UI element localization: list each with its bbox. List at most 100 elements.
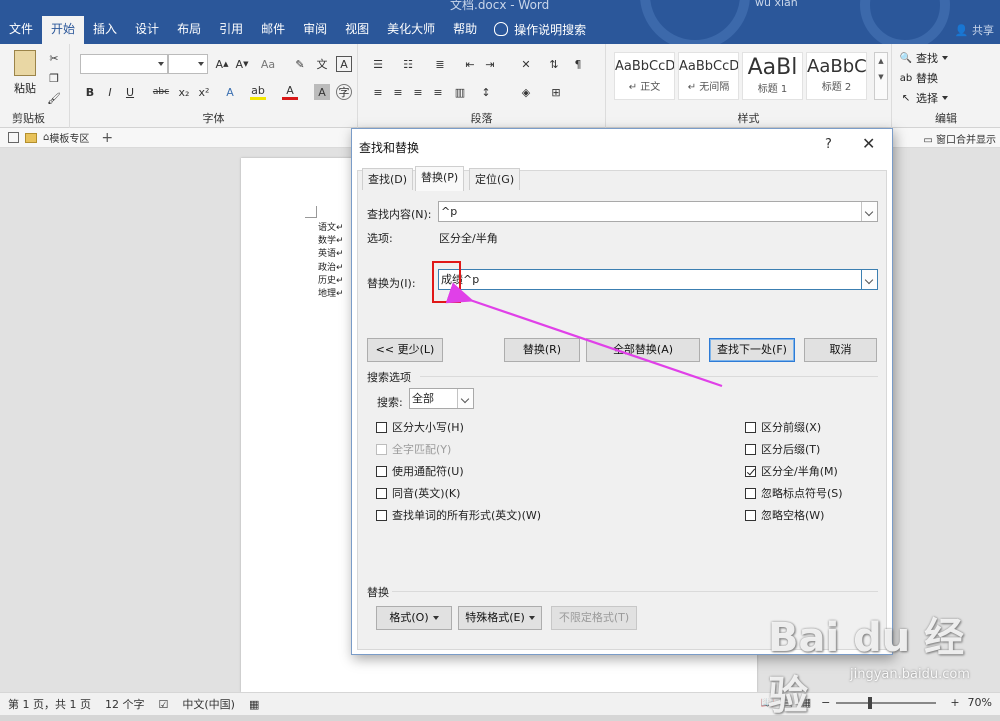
tell-me-search[interactable]: 操作说明搜索 (494, 21, 586, 38)
ignore-space-checkbox[interactable]: 忽略空格(W) (745, 507, 824, 523)
bullets-icon[interactable]: ☰ (370, 56, 386, 72)
share-button[interactable]: 👤 共享 (955, 22, 994, 38)
bold-button[interactable]: B (82, 84, 98, 100)
justify-icon[interactable]: ≡ (430, 84, 446, 100)
checkbox[interactable] (745, 465, 756, 477)
template-zone-tab[interactable]: ⌂ 模板专区 (43, 130, 89, 145)
align-left-icon[interactable]: ≡ (370, 84, 386, 100)
superscript-button[interactable]: x² (196, 84, 212, 100)
multilevel-list-icon[interactable]: ≣ (432, 56, 448, 72)
format-button[interactable]: 格式(O) (376, 606, 452, 630)
show-marks-icon[interactable]: ¶ (570, 56, 586, 72)
style-no-spacing[interactable]: AaBbCcDc ↵ 无间隔 (678, 52, 739, 100)
grow-font-icon[interactable]: A ▲ (214, 56, 230, 72)
language[interactable]: 中文(中国) (182, 696, 235, 712)
tab-design[interactable]: 设计 (126, 16, 168, 42)
shrink-font-icon[interactable]: A ▼ (234, 56, 250, 72)
shading-icon[interactable]: ◈ (518, 84, 534, 100)
tab-file[interactable]: 文件 (0, 16, 42, 42)
checkbox[interactable] (745, 509, 756, 521)
format-painter-icon[interactable]: 🖌 (46, 90, 62, 106)
tab-find[interactable]: 查找(D) (362, 168, 414, 190)
borders-icon[interactable]: ⊞ (548, 84, 564, 100)
align-right-icon[interactable]: ≡ (410, 84, 426, 100)
search-direction-select[interactable]: 全部 (409, 388, 474, 409)
chevron-down-icon[interactable]: ▼ (875, 69, 887, 85)
word-forms-checkbox[interactable]: 查找单词的所有形式(英文)(W) (376, 507, 541, 523)
style-heading-1[interactable]: AaBl 标题 1 (742, 52, 803, 100)
highlight-icon[interactable]: ab (250, 84, 266, 100)
checkbox[interactable] (376, 443, 387, 455)
checkbox[interactable] (745, 487, 756, 499)
whole-word-checkbox[interactable]: 全字匹配(Y) (376, 441, 451, 457)
text-effect-icon[interactable]: A (222, 84, 238, 100)
chevron-down-icon[interactable] (457, 389, 473, 408)
font-name-combo[interactable] (80, 54, 168, 74)
subscript-button[interactable]: x₂ (176, 84, 192, 100)
close-icon[interactable]: ✕ (862, 134, 875, 153)
checkbox[interactable] (376, 487, 387, 499)
font-color-icon[interactable]: A (282, 84, 298, 100)
new-doc-icon[interactable] (8, 132, 19, 143)
sort-icon[interactable]: ⇅ (546, 56, 562, 72)
tab-replace[interactable]: 替换(P) (415, 166, 465, 191)
checkbox[interactable] (376, 509, 387, 521)
find-input[interactable]: ^p (438, 201, 878, 222)
chinese-layout-icon[interactable]: ✕ (518, 56, 534, 72)
checkbox[interactable] (745, 443, 756, 455)
cancel-button[interactable]: 取消 (804, 338, 877, 362)
tab-mailings[interactable]: 邮件 (252, 16, 294, 42)
paste-button[interactable]: 粘贴 (14, 80, 36, 96)
style-normal[interactable]: AaBbCcDc ↵ 正文 (614, 52, 675, 100)
page-count[interactable]: 第 1 页，共 1 页 (8, 696, 91, 712)
chevron-up-icon[interactable]: ▲ (875, 53, 887, 69)
no-formatting-button[interactable]: 不限定格式(T) (551, 606, 637, 630)
macro-icon[interactable]: ▦ (249, 698, 259, 711)
tab-home[interactable]: 开始 (42, 16, 85, 44)
numbering-icon[interactable]: ☷ (400, 56, 416, 72)
tab-insert[interactable]: 插入 (84, 16, 126, 42)
italic-button[interactable]: I (102, 84, 118, 100)
char-shading-icon[interactable]: A (314, 84, 330, 100)
clear-format-icon[interactable]: ✎ (292, 56, 308, 72)
merge-windows-button[interactable]: ▭ 窗口合并显示 (923, 131, 996, 146)
distributed-icon[interactable]: ▥ (452, 84, 468, 100)
tab-references[interactable]: 引用 (210, 16, 252, 42)
decrease-indent-icon[interactable]: ⇤ (462, 56, 478, 72)
styles-scroll[interactable]: ▲ ▼ (874, 52, 888, 100)
replace-button[interactable]: ab 替换 (900, 70, 938, 86)
less-button[interactable]: << 更少(L) (367, 338, 443, 362)
tab-help[interactable]: 帮助 (444, 16, 486, 42)
find-button[interactable]: 🔍 查找 (900, 50, 948, 66)
cut-icon[interactable]: ✂ (46, 50, 62, 66)
select-button[interactable]: ↖ 选择 (900, 90, 948, 106)
tab-view[interactable]: 视图 (336, 16, 378, 42)
char-border-icon[interactable]: A (336, 56, 352, 72)
paste-icon[interactable] (14, 50, 36, 76)
folder-icon[interactable] (25, 132, 37, 143)
match-case-checkbox[interactable]: 区分大小写(H) (376, 419, 464, 435)
copy-icon[interactable]: ❐ (46, 70, 62, 86)
checkbox[interactable] (745, 421, 756, 433)
special-button[interactable]: 特殊格式(E) (458, 606, 542, 630)
strikethrough-button[interactable]: abc (150, 84, 172, 100)
replace-all-button[interactable]: 全部替换(A) (586, 338, 700, 362)
underline-button[interactable]: U (122, 84, 138, 100)
add-tab-icon[interactable]: + (101, 130, 113, 146)
phonetic-icon[interactable]: 文 (314, 56, 330, 72)
match-prefix-checkbox[interactable]: 区分前缀(X) (745, 419, 821, 435)
font-size-combo[interactable] (168, 54, 208, 74)
user-name[interactable]: wu xian (755, 0, 798, 9)
chevron-down-icon[interactable] (861, 202, 877, 221)
replace-input[interactable]: 成绩^p (438, 269, 878, 290)
tab-beautify[interactable]: 美化大师 (378, 16, 444, 42)
tab-goto[interactable]: 定位(G) (469, 168, 521, 190)
sounds-like-checkbox[interactable]: 同音(英文)(K) (376, 485, 460, 501)
chevron-down-icon[interactable] (861, 270, 877, 289)
help-button[interactable]: ? (825, 137, 832, 152)
style-heading-2[interactable]: AaBbC 标题 2 (806, 52, 867, 100)
word-count[interactable]: 12 个字 (105, 696, 145, 712)
proofing-icon[interactable]: ☑ (158, 698, 168, 711)
replace-button[interactable]: 替换(R) (504, 338, 580, 362)
change-case-icon[interactable]: Aa (260, 56, 276, 72)
